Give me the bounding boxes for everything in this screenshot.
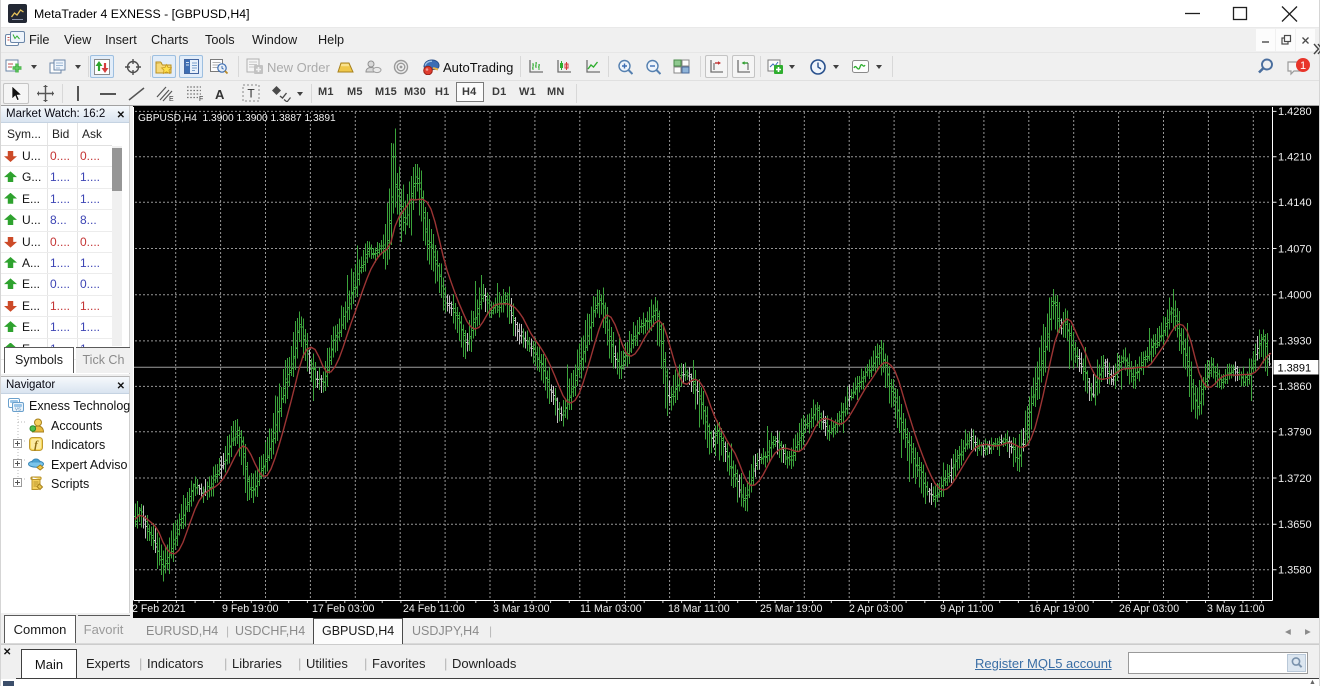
svg-text:3 Mar 19:00: 3 Mar 19:00 bbox=[493, 603, 550, 615]
svg-text:1.4070: 1.4070 bbox=[1278, 243, 1312, 255]
svg-text:17 Feb 03:00: 17 Feb 03:00 bbox=[312, 603, 375, 615]
svg-text:1.3790: 1.3790 bbox=[1278, 427, 1312, 439]
svg-text:25 Mar 19:00: 25 Mar 19:00 bbox=[760, 603, 823, 615]
svg-text:1.3930: 1.3930 bbox=[1278, 336, 1312, 348]
svg-text:16 Apr 19:00: 16 Apr 19:00 bbox=[1029, 603, 1089, 615]
svg-text:9 Feb 19:00: 9 Feb 19:00 bbox=[222, 603, 279, 615]
svg-text:9 Apr 11:00: 9 Apr 11:00 bbox=[940, 603, 994, 615]
svg-text:F: F bbox=[199, 96, 203, 102]
svg-text:1.4000: 1.4000 bbox=[1278, 290, 1312, 302]
svg-text:T: T bbox=[247, 87, 255, 101]
svg-text:2 Feb 2021: 2 Feb 2021 bbox=[133, 603, 186, 615]
svg-text:1.3891: 1.3891 bbox=[1278, 362, 1312, 374]
svg-text:24 Feb 11:00: 24 Feb 11:00 bbox=[403, 603, 465, 615]
svg-text:3 May 11:00: 3 May 11:00 bbox=[1207, 603, 1265, 615]
svg-text:2 Apr 03:00: 2 Apr 03:00 bbox=[849, 603, 903, 615]
svg-text:1: 1 bbox=[1300, 60, 1306, 72]
svg-text:11 Mar 03:00: 11 Mar 03:00 bbox=[580, 603, 642, 615]
svg-text:E: E bbox=[169, 96, 174, 102]
svg-text:1.4280: 1.4280 bbox=[1278, 106, 1312, 118]
svg-text:VS: VS bbox=[15, 407, 21, 412]
svg-text:1.4140: 1.4140 bbox=[1278, 197, 1312, 209]
svg-text:26 Apr 03:00: 26 Apr 03:00 bbox=[1119, 603, 1179, 615]
svg-text:18 Mar 11:00: 18 Mar 11:00 bbox=[668, 603, 730, 615]
svg-text:1.3650: 1.3650 bbox=[1278, 519, 1312, 531]
svg-text:1.3720: 1.3720 bbox=[1278, 473, 1312, 485]
svg-text:1.3860: 1.3860 bbox=[1278, 381, 1312, 393]
svg-text:1.4210: 1.4210 bbox=[1278, 152, 1312, 164]
svg-text:1.3580: 1.3580 bbox=[1278, 565, 1312, 577]
svg-text:GBPUSD,H4 1.3900 1.3900 1.388: GBPUSD,H4 1.3900 1.3900 1.3887 1.3891 bbox=[138, 113, 336, 124]
